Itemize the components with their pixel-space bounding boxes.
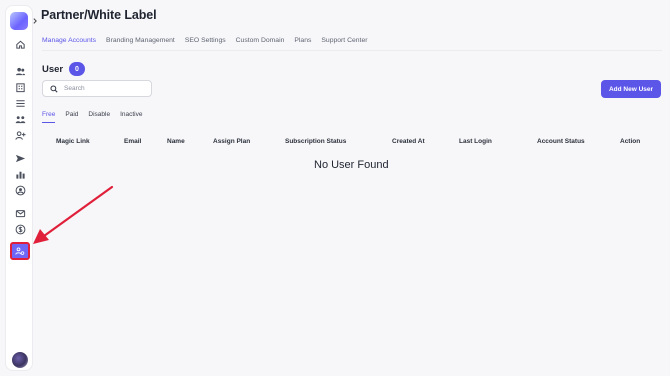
column-header-account-status: Account Status — [537, 138, 585, 145]
building-icon[interactable] — [13, 80, 27, 94]
column-header-email: Email — [124, 138, 142, 145]
column-header-subscription-status: Subscription Status — [285, 138, 347, 145]
list-icon[interactable] — [13, 96, 27, 110]
tab-custom-domain[interactable]: Custom Domain — [236, 37, 285, 51]
page-title: Partner/White Label — [41, 8, 157, 22]
avatar[interactable] — [12, 352, 28, 368]
tab-bar: Manage Accounts Branding Management SEO … — [42, 37, 378, 51]
mail-icon[interactable] — [13, 206, 27, 220]
column-header-created-at: Created At — [392, 138, 425, 145]
annotation-arrow-icon — [33, 185, 114, 244]
user-circle-icon[interactable] — [13, 183, 27, 197]
column-header-magic-link: Magic Link — [56, 138, 90, 145]
chevron-right-icon[interactable] — [30, 15, 40, 27]
add-new-user-button[interactable]: Add New User — [601, 80, 661, 98]
team-icon[interactable] — [13, 112, 27, 126]
search-box[interactable] — [42, 80, 152, 97]
user-filter-tabs: Free Paid Disable Inactive — [42, 111, 152, 123]
tab-manage-accounts[interactable]: Manage Accounts — [42, 37, 97, 51]
empty-state-message: No User Found — [314, 159, 389, 171]
column-header-assign-plan: Assign Plan — [213, 138, 251, 145]
filter-free[interactable]: Free — [42, 111, 56, 123]
tab-seo-settings[interactable]: SEO Settings — [185, 37, 226, 51]
filter-inactive[interactable]: Inactive — [120, 111, 142, 123]
tab-support-center[interactable]: Support Center — [321, 37, 367, 51]
send-icon[interactable] — [13, 151, 27, 165]
dollar-icon[interactable] — [13, 222, 27, 236]
tab-divider — [42, 50, 662, 51]
home-icon[interactable] — [13, 37, 27, 51]
table-header: Magic Link Email Name Assign Plan Subscr… — [0, 138, 670, 148]
search-input[interactable] — [64, 85, 144, 92]
sidebar — [5, 5, 37, 371]
tab-plans[interactable]: Plans — [294, 37, 311, 51]
search-icon — [50, 84, 58, 93]
column-header-name: Name — [167, 138, 185, 145]
chart-icon[interactable] — [13, 167, 27, 181]
users-icon[interactable] — [13, 64, 27, 78]
section-title: User — [42, 64, 64, 75]
filter-disable[interactable]: Disable — [88, 111, 110, 123]
tab-branding-management[interactable]: Branding Management — [106, 37, 175, 51]
app-logo[interactable] — [10, 12, 28, 30]
partner-icon[interactable] — [10, 242, 30, 260]
column-header-last-login: Last Login — [459, 138, 492, 145]
column-header-action: Action — [620, 138, 641, 145]
user-count-badge: 0 — [69, 62, 85, 76]
filter-paid[interactable]: Paid — [65, 111, 78, 123]
